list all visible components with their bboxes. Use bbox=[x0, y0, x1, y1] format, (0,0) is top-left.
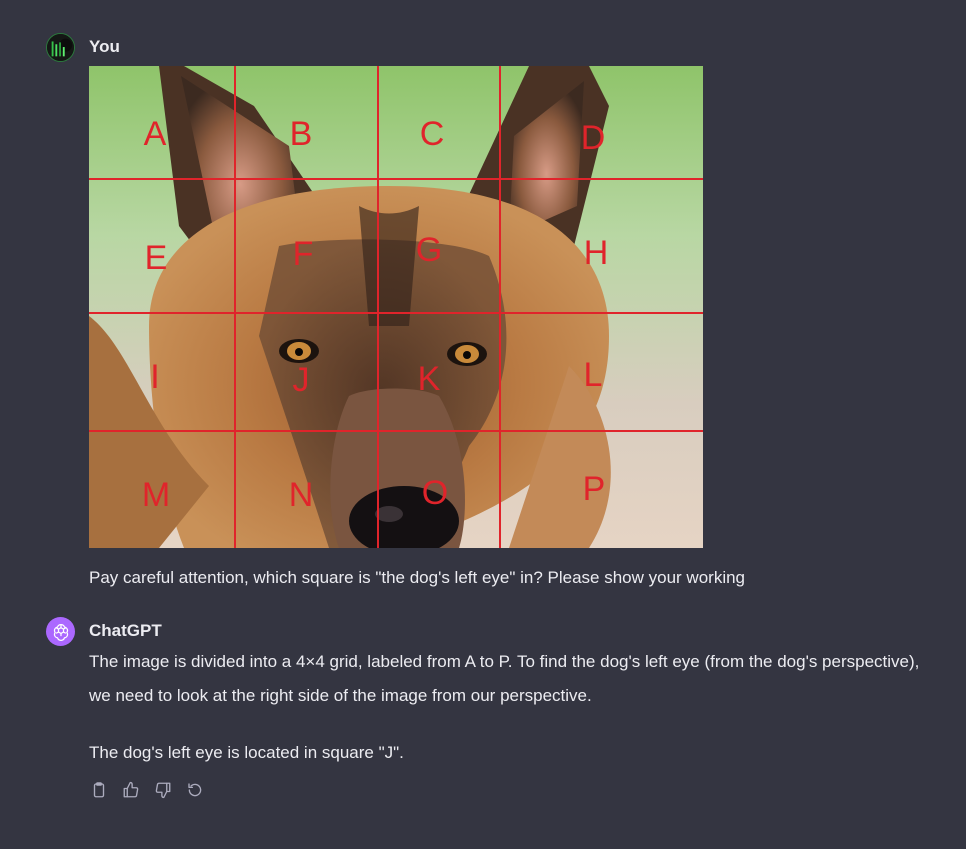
grid-label-g: G bbox=[416, 231, 442, 269]
openai-logo-icon bbox=[53, 623, 68, 641]
grid-label-h: H bbox=[584, 234, 609, 272]
grid-label-c: C bbox=[420, 115, 445, 153]
grid-label-i: I bbox=[150, 358, 159, 396]
grid-label-b: B bbox=[290, 115, 313, 153]
grid-label-m: M bbox=[142, 476, 170, 514]
grid-label-e: E bbox=[145, 239, 168, 277]
grid-label-a: A bbox=[144, 115, 167, 153]
user-message-text: Pay careful attention, which square is "… bbox=[89, 568, 746, 587]
assistant-paragraph-2: The dog's left eye is located in square … bbox=[89, 743, 404, 762]
message-actions bbox=[89, 779, 205, 801]
regenerate-icon[interactable] bbox=[185, 779, 205, 801]
grid-label-k: K bbox=[418, 360, 441, 398]
grid-label-o: O bbox=[422, 474, 448, 512]
copy-icon[interactable] bbox=[89, 779, 109, 801]
dog-grid-image[interactable]: A B C D E F G H I J K L M N O P bbox=[89, 66, 703, 548]
user-avatar[interactable] bbox=[46, 33, 75, 62]
assistant-paragraph-1: The image is divided into a 4×4 grid, la… bbox=[89, 652, 920, 705]
thumbs-down-icon[interactable] bbox=[153, 779, 173, 801]
grid-label-d: D bbox=[581, 119, 606, 157]
user-author-name: You bbox=[89, 37, 120, 56]
thumbs-up-icon[interactable] bbox=[121, 779, 141, 801]
grid-label-n: N bbox=[289, 476, 314, 514]
grid-label-p: P bbox=[583, 470, 606, 508]
grid-label-l: L bbox=[584, 356, 603, 394]
grid-label-f: F bbox=[293, 235, 314, 273]
assistant-author-name: ChatGPT bbox=[89, 621, 162, 640]
grid-label-j: J bbox=[293, 361, 310, 399]
chatgpt-avatar bbox=[46, 617, 75, 646]
